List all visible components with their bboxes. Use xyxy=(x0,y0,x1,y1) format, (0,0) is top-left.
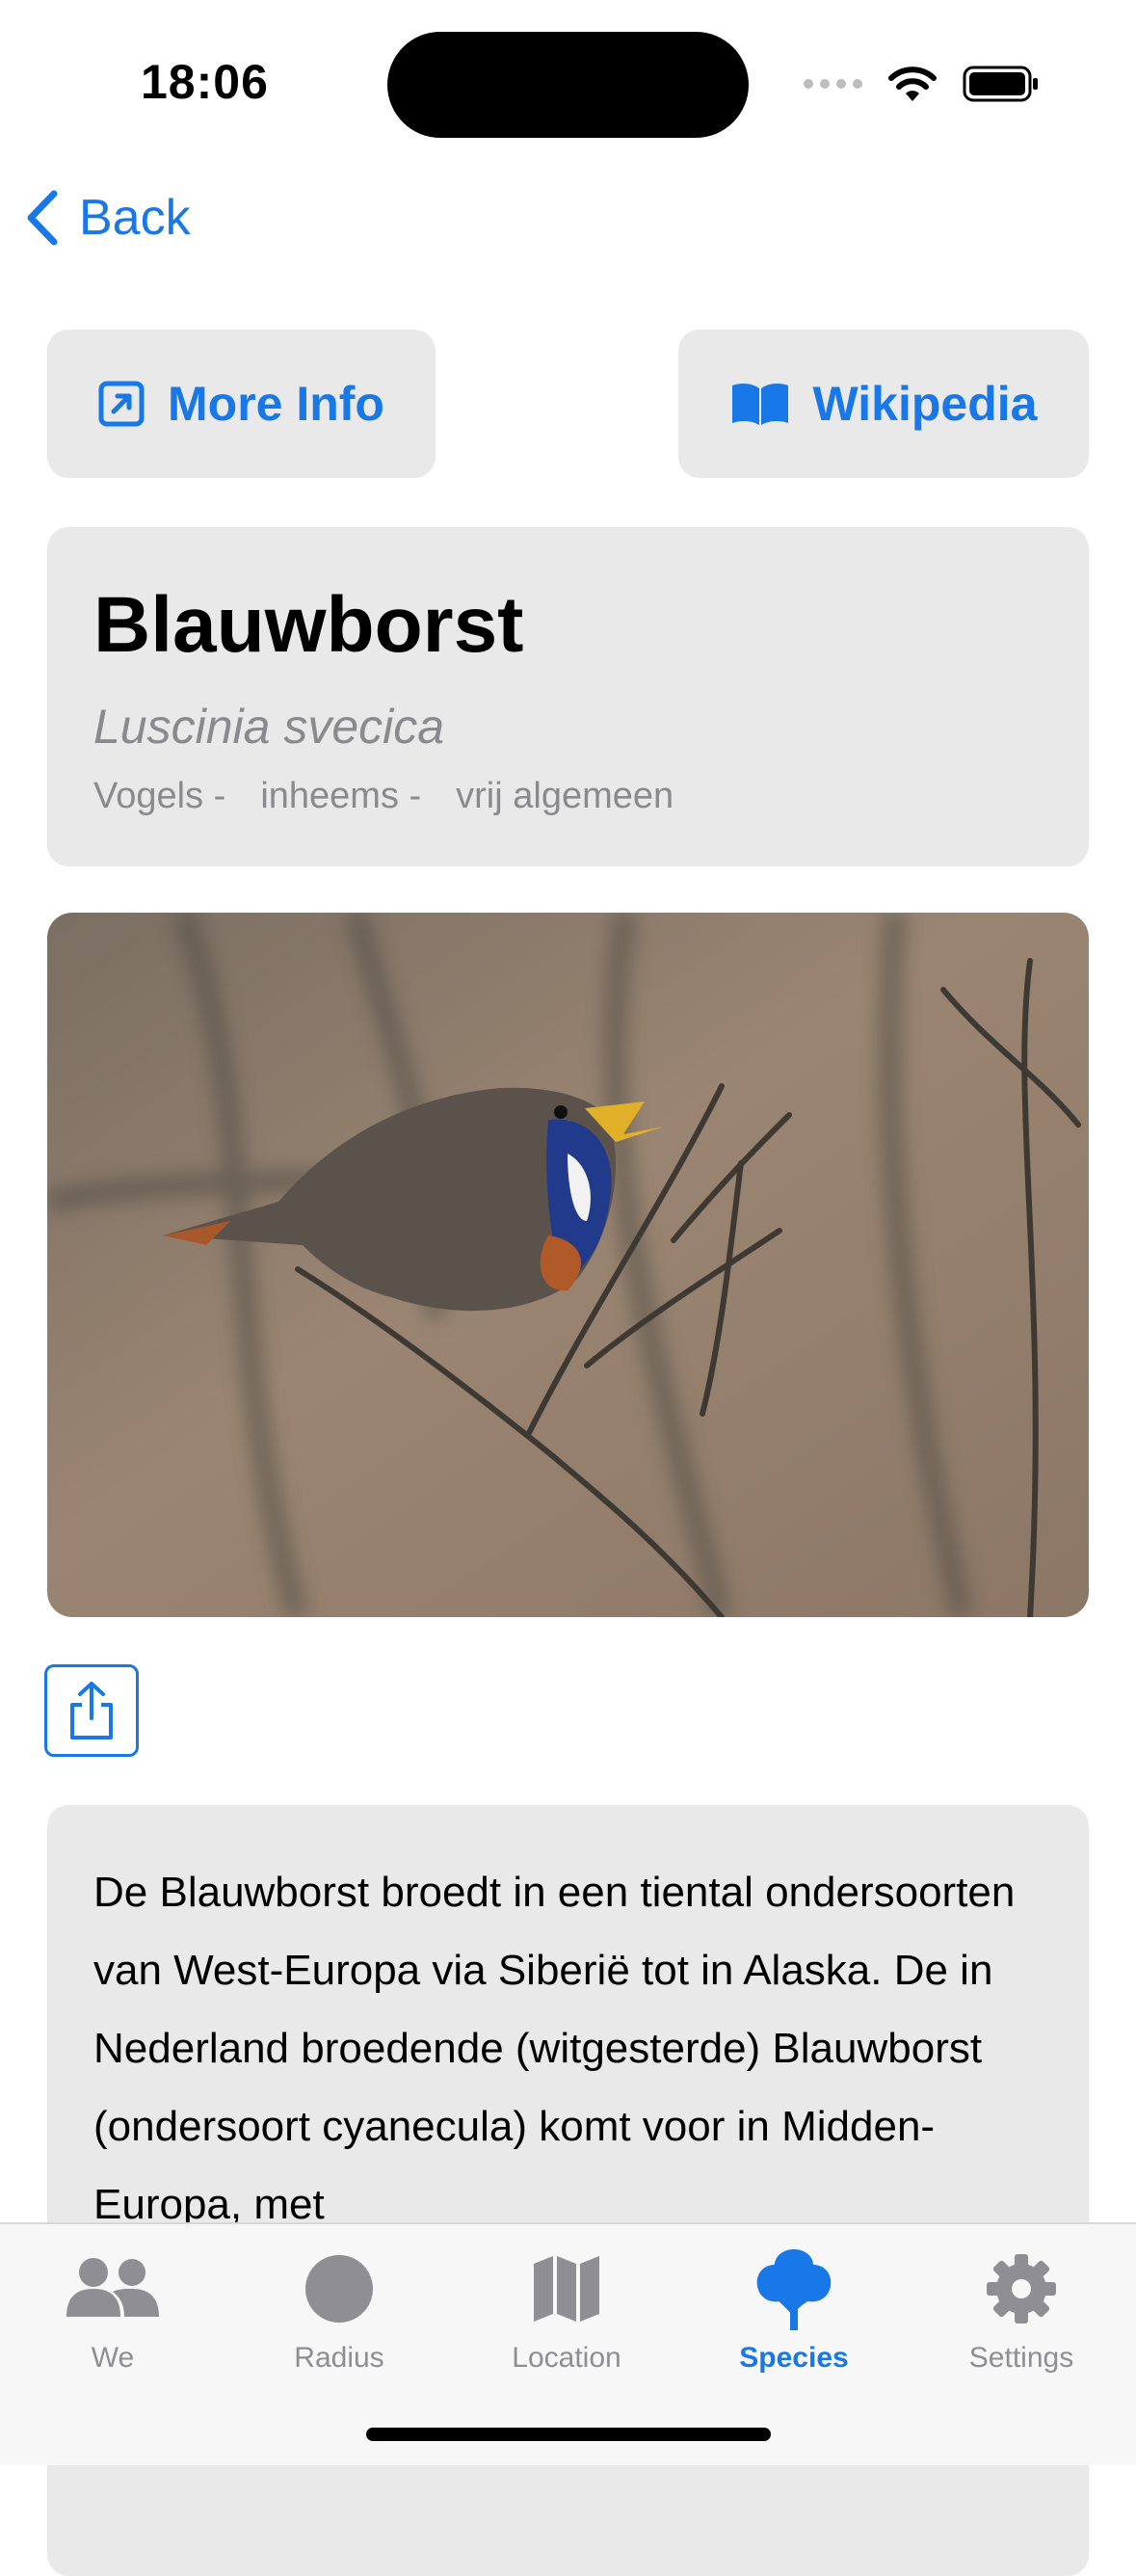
more-info-label: More Info xyxy=(168,377,384,431)
share-icon xyxy=(70,1682,113,1739)
species-latin-name: Luscinia svecica xyxy=(93,700,445,754)
wifi-icon xyxy=(888,66,937,101)
species-photo[interactable] xyxy=(47,913,1089,1617)
tab-label: Settings xyxy=(968,2342,1074,2374)
back-button[interactable]: Back xyxy=(25,189,191,247)
more-info-button[interactable]: More Info xyxy=(47,330,436,478)
home-indicator[interactable] xyxy=(366,2428,771,2441)
tab-label: We xyxy=(91,2342,135,2374)
back-label: Back xyxy=(79,190,191,246)
share-button[interactable] xyxy=(44,1664,139,1757)
signal-icon xyxy=(804,79,862,89)
tab-label: Radius xyxy=(294,2342,384,2374)
tab-location[interactable]: Location xyxy=(470,2245,663,2375)
wikipedia-button[interactable]: Wikipedia xyxy=(678,330,1089,478)
species-description: De Blauwborst broedt in een tiental onde… xyxy=(93,1869,1016,2228)
wikipedia-label: Wikipedia xyxy=(812,377,1038,431)
tab-species[interactable]: Species xyxy=(698,2245,890,2375)
species-name: Blauwborst xyxy=(93,581,524,669)
circle-icon xyxy=(305,2255,373,2323)
dynamic-island xyxy=(387,32,749,138)
battery-icon xyxy=(963,66,1038,102)
gear-icon xyxy=(987,2254,1056,2324)
book-icon xyxy=(731,384,788,425)
tab-radius[interactable]: Radius xyxy=(243,2245,436,2375)
external-link-icon xyxy=(98,381,145,427)
people-icon xyxy=(66,2258,159,2317)
status-indicators xyxy=(804,60,1040,108)
chevron-left-icon xyxy=(27,190,58,246)
tab-label: Location xyxy=(512,2342,621,2374)
tag-status: inheems - xyxy=(260,776,422,816)
species-header-card: Blauwborst Luscinia svecica Vogels - inh… xyxy=(47,527,1089,866)
tab-label: Species xyxy=(739,2342,849,2374)
tag-frequency: vrij algemeen xyxy=(456,776,674,816)
species-tags: Vogels - inheems - vrij algemeen xyxy=(93,776,674,817)
status-time: 18:06 xyxy=(141,55,269,109)
tab-settings[interactable]: Settings xyxy=(925,2245,1118,2375)
map-icon xyxy=(534,2256,599,2322)
tag-group: Vogels - xyxy=(93,776,226,816)
tree-icon xyxy=(756,2249,832,2330)
tab-we[interactable]: We xyxy=(16,2245,209,2375)
